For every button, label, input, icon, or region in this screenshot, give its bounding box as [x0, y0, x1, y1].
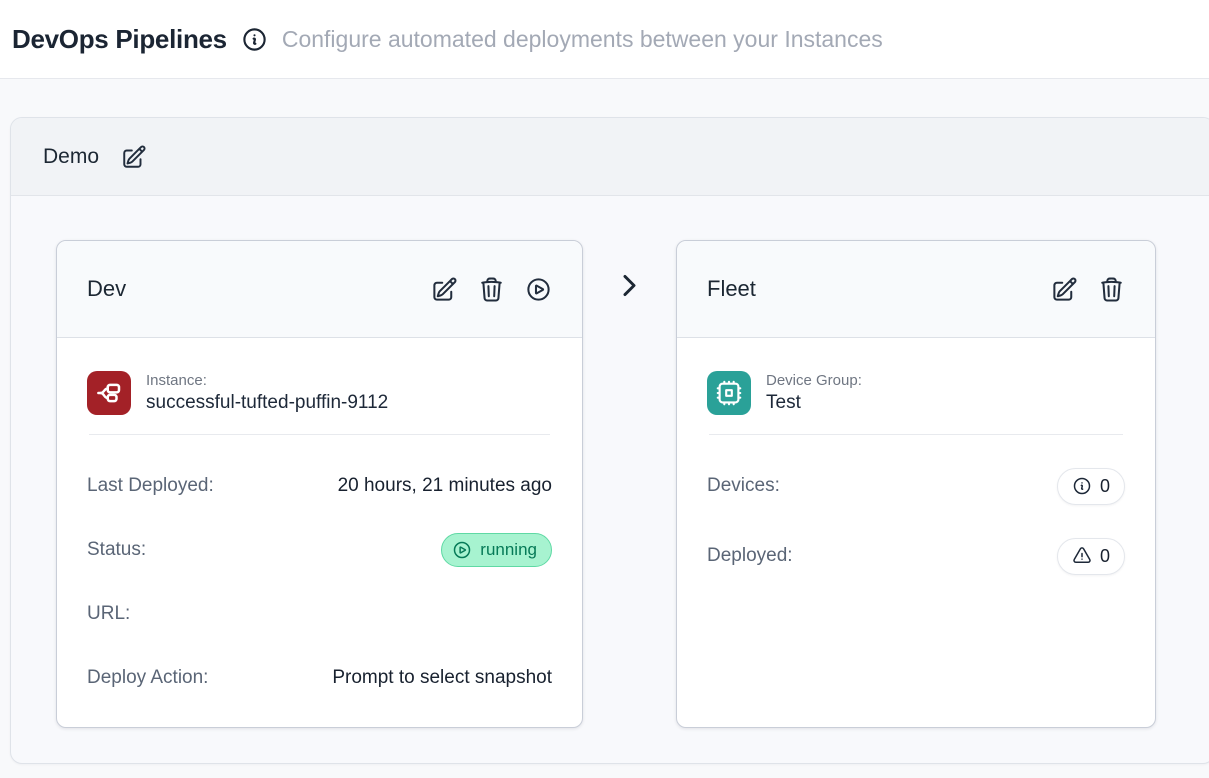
fleet-card-title: Fleet	[707, 276, 756, 302]
info-icon[interactable]	[241, 26, 268, 53]
devices-count: 0	[1100, 476, 1110, 497]
dev-card-body: Instance: successful-tufted-puffin-9112 …	[57, 338, 582, 696]
instance-row: Instance: successful-tufted-puffin-9112	[87, 371, 552, 415]
fleet-card-header: Fleet	[677, 241, 1155, 338]
status-badge: running	[441, 533, 552, 567]
trash-icon	[1098, 276, 1125, 303]
device-group-name: Test	[766, 392, 801, 413]
last-deployed-value: 20 hours, 21 minutes ago	[338, 475, 552, 497]
play-circle-icon	[525, 276, 552, 303]
fleet-card-body: Device Group: Test Devices: 0	[677, 338, 1155, 574]
instance-icon	[87, 371, 131, 415]
delete-stage-button[interactable]	[478, 276, 505, 303]
dev-stage-card: Dev	[56, 240, 583, 728]
device-group-chip-icon	[707, 371, 751, 415]
divider	[89, 434, 550, 435]
fleet-stage-card: Fleet	[676, 240, 1156, 728]
warning-triangle-icon	[1072, 546, 1092, 566]
deploy-action-value: Prompt to select snapshot	[332, 667, 552, 689]
dev-card-header: Dev	[57, 241, 582, 338]
edit-pipeline-button[interactable]	[121, 144, 147, 170]
pipeline-name: Demo	[43, 145, 99, 169]
row-label: Last Deployed:	[87, 475, 214, 497]
fleet-card-actions	[1051, 276, 1125, 303]
delete-stage-button[interactable]	[1098, 276, 1125, 303]
devices-row: Devices: 0	[707, 468, 1125, 504]
last-deployed-row: Last Deployed: 20 hours, 21 minutes ago	[87, 468, 552, 504]
page-title: DevOps Pipelines	[12, 24, 227, 55]
pipeline-header: Demo	[11, 118, 1209, 196]
trash-icon	[478, 276, 505, 303]
pipeline-panel: Demo Dev	[10, 117, 1209, 764]
devices-count-badge[interactable]: 0	[1057, 468, 1125, 505]
row-label: URL:	[87, 603, 130, 625]
edit-stage-button[interactable]	[1051, 276, 1078, 303]
deployed-count-badge[interactable]: 0	[1057, 538, 1125, 575]
row-label: Deploy Action:	[87, 667, 208, 689]
dev-card-title: Dev	[87, 276, 126, 302]
run-stage-button[interactable]	[525, 276, 552, 303]
pencil-square-icon	[1051, 276, 1078, 303]
url-row: URL:	[87, 596, 552, 632]
row-label: Devices:	[707, 475, 780, 497]
play-circle-icon	[452, 540, 472, 560]
status-row: Status: running	[87, 532, 552, 568]
row-label: Deployed:	[707, 545, 793, 567]
device-group-row: Device Group: Test	[707, 371, 1125, 415]
pencil-square-icon	[431, 276, 458, 303]
divider	[709, 434, 1123, 435]
status-text: running	[480, 540, 537, 560]
deployed-count: 0	[1100, 546, 1110, 567]
page-subtitle: Configure automated deployments between …	[282, 26, 883, 53]
deploy-action-row: Deploy Action: Prompt to select snapshot	[87, 660, 552, 696]
page-header: DevOps Pipelines Configure automated dep…	[0, 0, 1209, 79]
content-area: Demo Dev	[0, 79, 1209, 778]
pipeline-stages: Dev	[11, 196, 1209, 728]
edit-stage-button[interactable]	[431, 276, 458, 303]
chevron-right-icon	[615, 271, 644, 300]
row-label: Status:	[87, 539, 146, 561]
pencil-square-icon	[121, 144, 147, 170]
pipeline-connector	[583, 240, 676, 300]
info-circle-icon	[1072, 476, 1092, 496]
device-group-label: Device Group:	[766, 372, 862, 389]
instance-name: successful-tufted-puffin-9112	[146, 392, 388, 413]
instance-label: Instance:	[146, 372, 388, 389]
deployed-row: Deployed: 0	[707, 538, 1125, 574]
dev-card-actions	[431, 276, 552, 303]
